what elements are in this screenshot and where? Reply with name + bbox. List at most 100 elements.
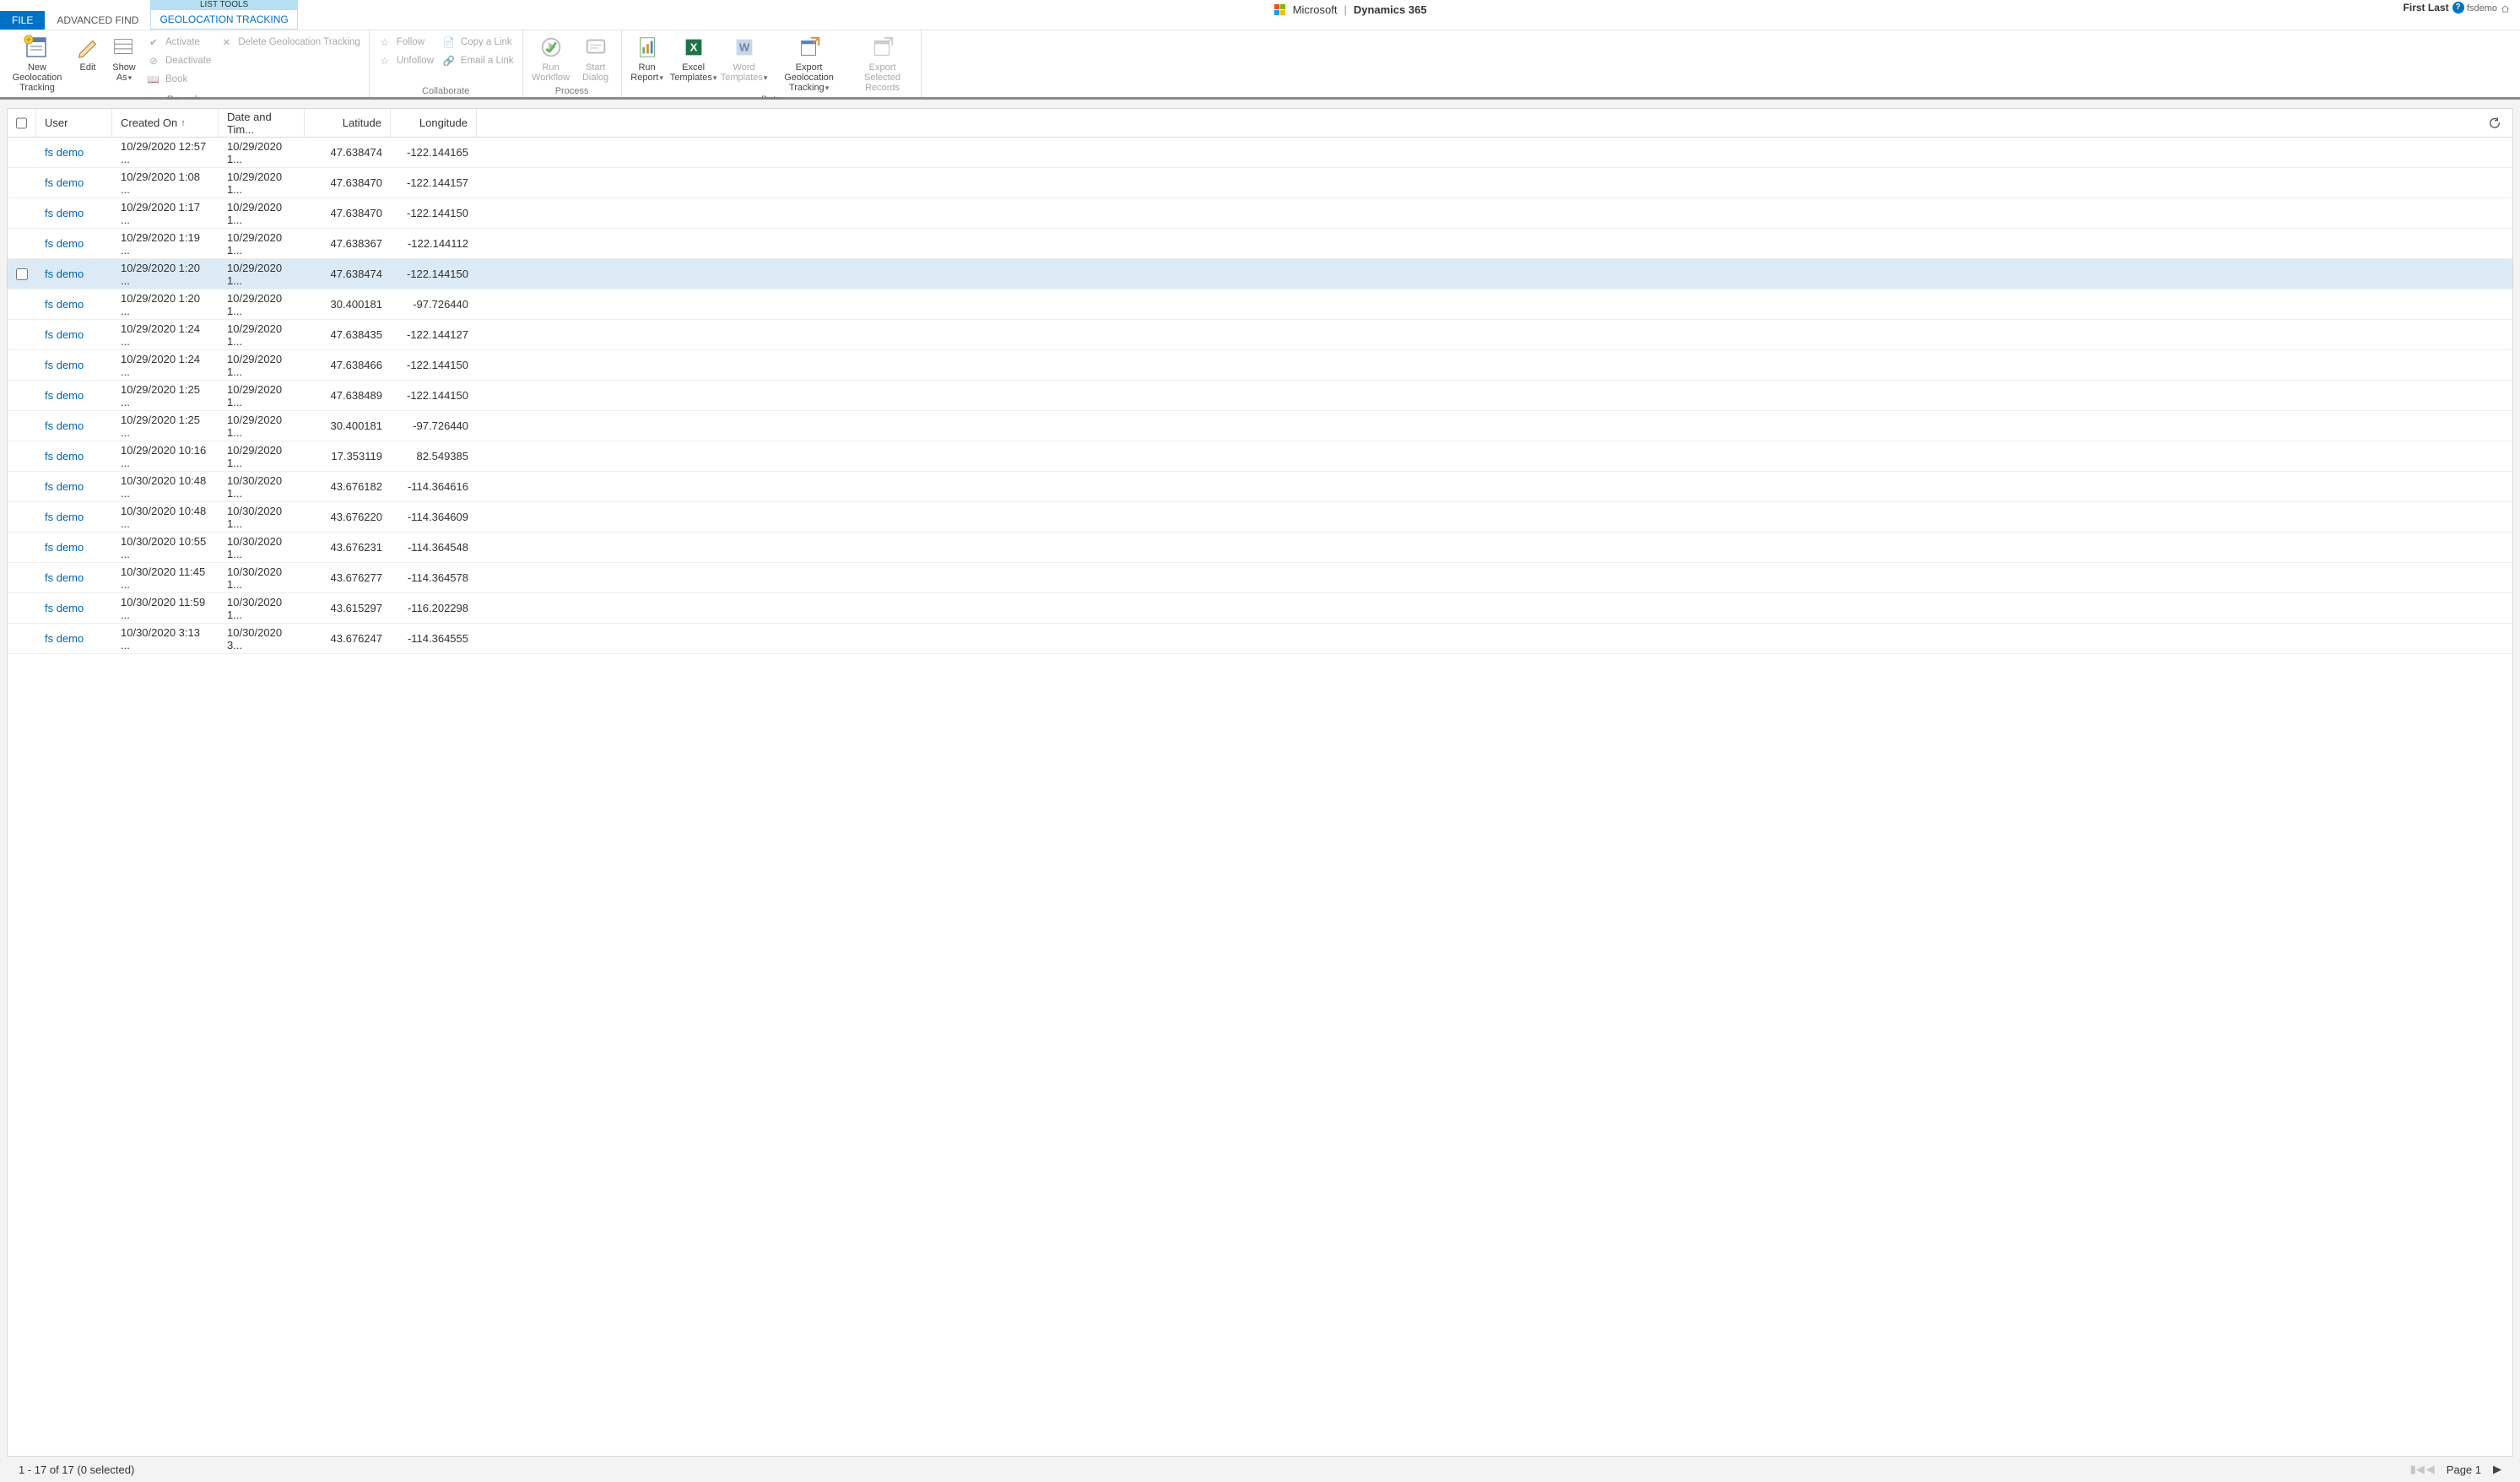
- group-label: Collaborate: [375, 86, 517, 97]
- row-checkbox-cell[interactable]: [8, 381, 36, 410]
- table-row[interactable]: fs demo10/29/2020 1:25 ...10/29/2020 1..…: [8, 381, 2512, 411]
- row-checkbox-cell[interactable]: [8, 320, 36, 349]
- cell-date-time: 10/29/2020 1...: [219, 198, 305, 228]
- cell-created-on: 10/30/2020 10:48 ...: [112, 502, 219, 532]
- cell-user: fs demo: [36, 259, 112, 289]
- refresh-button[interactable]: [2482, 109, 2507, 137]
- row-checkbox-cell[interactable]: [8, 138, 36, 167]
- table-row[interactable]: fs demo10/29/2020 1:08 ...10/29/2020 1..…: [8, 168, 2512, 198]
- user-link[interactable]: fs demo: [45, 207, 84, 219]
- new-geolocation-tracking-button[interactable]: New Geolocation Tracking: [5, 32, 69, 95]
- column-header-date-time[interactable]: Date and Tim...: [219, 109, 305, 137]
- select-all-checkbox[interactable]: [16, 117, 27, 129]
- run-report-button[interactable]: Run Report▾: [627, 32, 668, 84]
- user-link[interactable]: fs demo: [45, 268, 84, 280]
- tab-advanced-find[interactable]: ADVANCED FIND: [45, 11, 150, 30]
- table-row[interactable]: fs demo10/29/2020 1:17 ...10/29/2020 1..…: [8, 198, 2512, 229]
- user-link[interactable]: fs demo: [45, 359, 84, 371]
- table-row[interactable]: fs demo10/29/2020 10:16 ...10/29/2020 1.…: [8, 441, 2512, 472]
- btn-label: Run Workflow: [530, 62, 572, 83]
- row-checkbox-cell[interactable]: [8, 624, 36, 653]
- tab-geolocation-tracking[interactable]: GEOLOCATION TRACKING: [150, 10, 297, 30]
- row-checkbox-cell[interactable]: [8, 350, 36, 380]
- row-checkbox-cell[interactable]: [8, 593, 36, 623]
- microsoft-logo-icon: [1274, 4, 1286, 16]
- row-checkbox-cell[interactable]: [8, 502, 36, 532]
- column-header-latitude[interactable]: Latitude: [305, 109, 391, 137]
- deactivate-button[interactable]: ⊘ Deactivate: [143, 52, 214, 69]
- select-all-header[interactable]: [8, 109, 36, 137]
- table-row[interactable]: fs demo10/30/2020 11:45 ...10/30/2020 1.…: [8, 563, 2512, 593]
- table-row[interactable]: fs demo10/30/2020 10:48 ...10/30/2020 1.…: [8, 472, 2512, 502]
- column-header-created-on[interactable]: Created On ↑: [112, 109, 219, 137]
- table-row[interactable]: fs demo10/30/2020 11:59 ...10/30/2020 1.…: [8, 593, 2512, 624]
- user-link[interactable]: fs demo: [45, 328, 84, 341]
- user-link[interactable]: fs demo: [45, 541, 84, 554]
- table-row[interactable]: fs demo10/30/2020 10:48 ...10/30/2020 1.…: [8, 502, 2512, 533]
- user-link[interactable]: fs demo: [45, 389, 84, 402]
- unfollow-button[interactable]: ☆ Unfollow: [375, 52, 437, 69]
- book-button[interactable]: 📖 Book: [143, 71, 214, 88]
- table-row[interactable]: fs demo10/29/2020 12:57 ...10/29/2020 1.…: [8, 138, 2512, 168]
- row-checkbox-cell[interactable]: [8, 198, 36, 228]
- email-link-button[interactable]: 🔗 Email a Link: [439, 52, 517, 69]
- grid-body[interactable]: fs demo10/29/2020 12:57 ...10/29/2020 1.…: [8, 138, 2512, 1456]
- run-workflow-button[interactable]: Run Workflow: [528, 32, 574, 84]
- user-name-text: First Last: [2404, 2, 2449, 14]
- user-link[interactable]: fs demo: [45, 571, 84, 584]
- export-geolocation-tracking-button[interactable]: Export Geolocation Tracking▾: [771, 32, 848, 95]
- row-checkbox-cell[interactable]: [8, 259, 36, 289]
- table-row[interactable]: fs demo10/29/2020 1:19 ...10/29/2020 1..…: [8, 229, 2512, 259]
- row-checkbox-cell[interactable]: [8, 229, 36, 258]
- help-icon[interactable]: ?: [2452, 2, 2464, 14]
- follow-button[interactable]: ☆ Follow: [375, 34, 437, 51]
- copy-link-button[interactable]: 📄 Copy a Link: [439, 34, 517, 51]
- user-link[interactable]: fs demo: [45, 298, 84, 311]
- user-link[interactable]: fs demo: [45, 419, 84, 432]
- next-page-button[interactable]: ▶: [2493, 1463, 2501, 1476]
- table-row[interactable]: fs demo10/29/2020 1:24 ...10/29/2020 1..…: [8, 350, 2512, 381]
- row-checkbox[interactable]: [16, 268, 28, 280]
- tab-file[interactable]: FILE: [0, 11, 45, 30]
- table-row[interactable]: fs demo10/29/2020 1:20 ...10/29/2020 1..…: [8, 259, 2512, 289]
- delete-geolocation-tracking-button[interactable]: ✕ Delete Geolocation Tracking: [216, 34, 363, 51]
- row-checkbox-cell[interactable]: [8, 441, 36, 471]
- user-link[interactable]: fs demo: [45, 146, 84, 159]
- cell-date-time: 10/30/2020 1...: [219, 533, 305, 562]
- row-checkbox-cell[interactable]: [8, 563, 36, 592]
- user-link[interactable]: fs demo: [45, 480, 84, 493]
- column-header-longitude[interactable]: Longitude: [391, 109, 477, 137]
- user-link[interactable]: fs demo: [45, 237, 84, 250]
- show-as-button[interactable]: Show As▾: [106, 32, 142, 84]
- cell-longitude: -97.726440: [391, 411, 477, 441]
- user-link[interactable]: fs demo: [45, 176, 84, 189]
- row-checkbox-cell[interactable]: [8, 411, 36, 441]
- start-dialog-button[interactable]: Start Dialog: [576, 32, 616, 84]
- column-header-user[interactable]: User: [36, 109, 112, 137]
- edit-button[interactable]: Edit: [71, 32, 105, 74]
- word-templates-button[interactable]: W Word Templates▾: [720, 32, 769, 84]
- table-row[interactable]: fs demo10/29/2020 1:25 ...10/29/2020 1..…: [8, 411, 2512, 441]
- table-row[interactable]: fs demo10/30/2020 3:13 ...10/30/2020 3..…: [8, 624, 2512, 654]
- row-checkbox-cell[interactable]: [8, 533, 36, 562]
- table-row[interactable]: fs demo10/29/2020 1:24 ...10/29/2020 1..…: [8, 320, 2512, 350]
- row-checkbox-cell[interactable]: [8, 289, 36, 319]
- prev-page-button[interactable]: ◀: [2426, 1463, 2435, 1476]
- user-link[interactable]: fs demo: [45, 632, 84, 645]
- cell-latitude: 43.676220: [305, 502, 391, 532]
- btn-label: Word Templates▾: [721, 62, 768, 83]
- export-selected-records-button[interactable]: Export Selected Records: [850, 32, 916, 95]
- user-menu-icon[interactable]: [2501, 4, 2510, 14]
- user-link[interactable]: fs demo: [45, 602, 84, 614]
- row-checkbox-cell[interactable]: [8, 472, 36, 501]
- first-page-button[interactable]: ▮◀: [2410, 1463, 2425, 1476]
- cell-user: fs demo: [36, 320, 112, 349]
- row-checkbox-cell[interactable]: [8, 168, 36, 197]
- user-link[interactable]: fs demo: [45, 450, 84, 462]
- excel-templates-button[interactable]: X Excel Templates▾: [669, 32, 718, 84]
- table-row[interactable]: fs demo10/29/2020 1:20 ...10/29/2020 1..…: [8, 289, 2512, 320]
- user-link[interactable]: fs demo: [45, 511, 84, 523]
- cell-user: fs demo: [36, 381, 112, 410]
- table-row[interactable]: fs demo10/30/2020 10:55 ...10/30/2020 1.…: [8, 533, 2512, 563]
- activate-button[interactable]: ✔ Activate: [143, 34, 214, 51]
